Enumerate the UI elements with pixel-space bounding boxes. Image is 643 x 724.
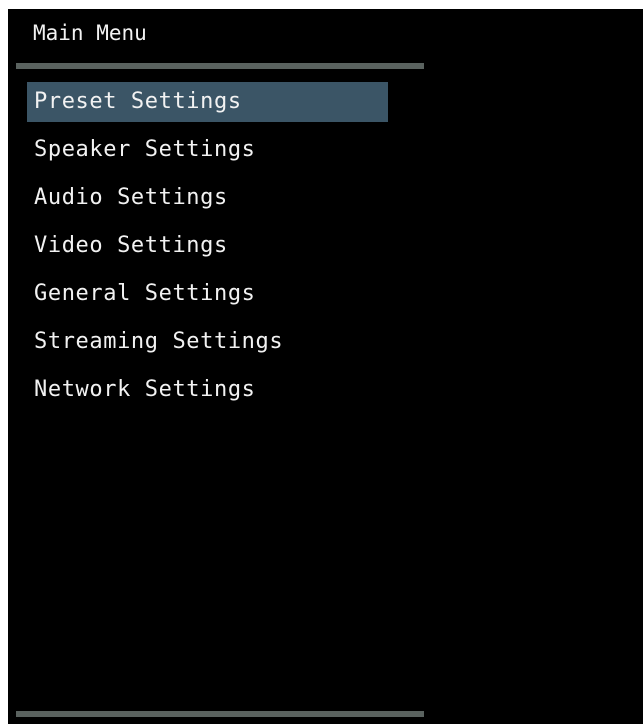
main-menu-screen: Main Menu Preset Settings Speaker Settin… bbox=[8, 9, 643, 724]
menu-item-network-settings[interactable]: Network Settings bbox=[27, 370, 388, 410]
menu-item-preset-settings[interactable]: Preset Settings bbox=[27, 82, 388, 122]
menu-item-audio-settings[interactable]: Audio Settings bbox=[27, 178, 388, 218]
menu-item-streaming-settings[interactable]: Streaming Settings bbox=[27, 322, 388, 362]
menu-item-speaker-settings[interactable]: Speaker Settings bbox=[27, 130, 388, 170]
menu-item-general-settings[interactable]: General Settings bbox=[27, 274, 388, 314]
top-divider bbox=[16, 63, 424, 69]
menu-title: Main Menu bbox=[33, 21, 147, 45]
main-menu-list: Preset Settings Speaker Settings Audio S… bbox=[27, 82, 388, 418]
bottom-divider bbox=[16, 711, 424, 717]
menu-item-video-settings[interactable]: Video Settings bbox=[27, 226, 388, 266]
